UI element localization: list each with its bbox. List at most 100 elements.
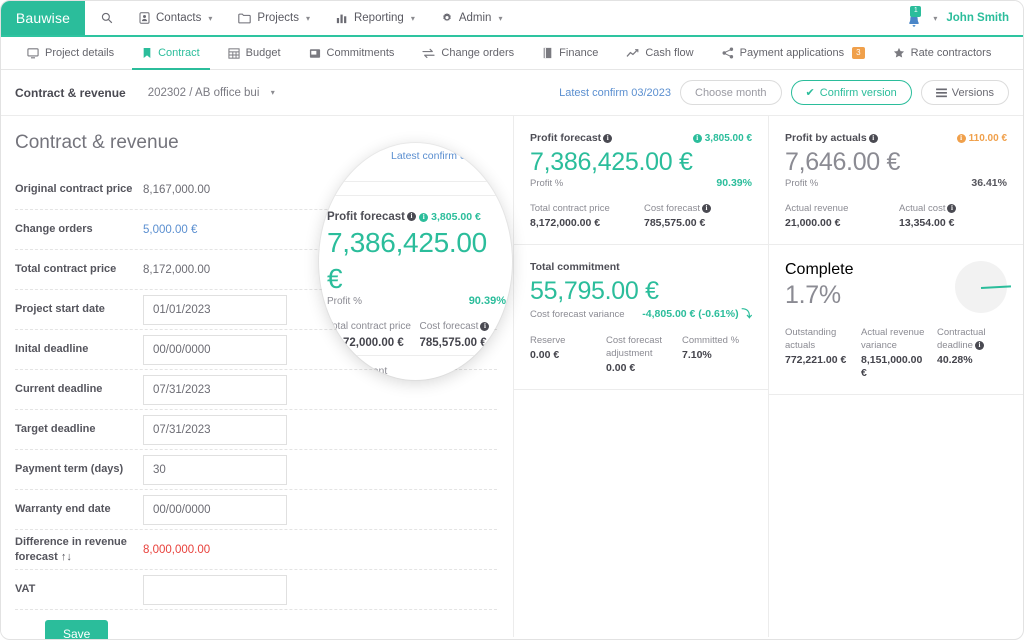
topnav-item-admin[interactable]: Admin ▾ (441, 12, 502, 24)
metric-key-wrap: Contractual deadline i (937, 326, 1007, 352)
tab-commitments[interactable]: Commitments (295, 37, 409, 69)
info-icon[interactable]: i (701, 203, 711, 213)
topnav-item-projects[interactable]: Projects ▾ (238, 12, 310, 24)
card-header: Profit forecast i i 3,805.00 € (530, 132, 752, 144)
tab-change-orders[interactable]: Change orders (408, 37, 528, 69)
metric-value: 8,172,000.00 € (530, 217, 601, 229)
project-start-date-input[interactable] (143, 294, 287, 325)
card-note: i 110.00 € (956, 133, 1007, 144)
current-deadline-input[interactable] (143, 374, 287, 405)
tab-project-details[interactable]: Project details (13, 37, 128, 69)
save-button[interactable]: Save (45, 620, 109, 639)
card-subrow: Cost forecast variance -4,805.00 € (-0.6… (530, 306, 752, 321)
exchange-icon (422, 48, 435, 59)
card-profit-forecast: Profit forecast i i 3,805.00 € 7,386,425.0… (514, 116, 768, 245)
form-label: Payment term (days) (15, 463, 124, 475)
tab-label: Commitments (326, 47, 395, 59)
tab-label: Contract (158, 47, 200, 59)
folder-icon (238, 12, 252, 24)
metric-key: Reserve (530, 335, 566, 346)
payment-term-input[interactable] (143, 454, 287, 485)
notification-count-badge: 1 (910, 6, 922, 17)
magnified-bottom-text: tment (361, 365, 388, 377)
vat-input[interactable] (143, 574, 287, 605)
form-row-difference-in-revenue-forecast: Difference in revenue forecast ↑↓ 8,000,… (15, 530, 497, 570)
form-value-link[interactable]: 5,000.00 € (143, 224, 197, 236)
form-row-target-deadline: Target deadline (15, 410, 497, 450)
card-note: i 3,805.00 € (419, 211, 481, 223)
chevron-down-icon: ▾ (270, 88, 275, 97)
info-icon[interactable]: i (868, 133, 878, 143)
star-icon (893, 47, 905, 59)
metric-key-wrap: Cost forecast i (644, 202, 752, 215)
info-icon[interactable]: i (947, 203, 957, 213)
card-title: Total commitment (530, 261, 620, 273)
contacts-icon (139, 12, 150, 24)
versions-button[interactable]: Versions (920, 80, 1009, 105)
latest-confirm-link[interactable]: Latest confirm 03/2023 (559, 87, 671, 99)
card-amount: 55,795.00 € (530, 277, 659, 305)
card-complete: Complete 1.7% Outstanding actuals 772,22… (769, 245, 1023, 395)
inital-deadline-input[interactable] (143, 334, 287, 365)
brand-logo[interactable]: Bauwise (1, 1, 85, 35)
donut-progress-sliver (980, 285, 1012, 289)
form-label: Target deadline (15, 423, 96, 435)
tab-cash-flow[interactable]: Cash flow (612, 37, 707, 69)
project-selector-label: 202302 / AB office buildi (147, 86, 260, 99)
topnav-item-contacts[interactable]: Contacts ▾ (139, 12, 212, 24)
metric-actual-revenue: Actual revenue 21,000.00 € (785, 202, 893, 230)
magnified-latest-confirm: Latest confirm 0 (391, 150, 466, 162)
choose-month-button[interactable]: Choose month (680, 80, 782, 105)
form-label: Original contract price (15, 183, 133, 195)
info-icon[interactable]: i (419, 212, 429, 222)
card-icon (309, 48, 321, 59)
topnav-item-reporting[interactable]: Reporting ▾ (336, 12, 415, 24)
form-row-warranty-end-date: Warranty end date (15, 490, 497, 530)
info-icon[interactable]: i (692, 133, 702, 143)
project-selector[interactable]: 202302 / AB office buildi ▾ (148, 87, 275, 99)
form-label: Change orders (15, 223, 93, 235)
target-deadline-input[interactable] (143, 414, 287, 445)
search-icon (101, 12, 113, 24)
card-sub-value: 90.39% (468, 295, 506, 307)
magnified-divider (319, 355, 512, 356)
card-amount: 7,646.00 € (785, 148, 901, 176)
card-header: Profit by actuals i i 110.00 € (785, 132, 1007, 144)
info-icon[interactable]: i (974, 340, 984, 350)
metric-value: 21,000.00 € (785, 217, 841, 229)
metric-key: Total contract price (530, 203, 610, 214)
metric-value: 8,172,000.00 € (327, 337, 404, 349)
form-value: 8,167,000.00 (143, 183, 211, 196)
card-title: Complete (785, 261, 854, 278)
complete-text-block: Complete 1.7% (785, 261, 853, 312)
card-amount: 7,386,425.00 € (327, 227, 487, 294)
user-menu-label[interactable]: John Smith (946, 12, 1009, 24)
metric-key: Cost forecast (644, 203, 700, 214)
confirm-version-button[interactable]: ✔ Confirm version (790, 80, 912, 105)
card-note: i 3,805.00 € (692, 133, 752, 144)
confirm-version-label: Confirm version (819, 86, 897, 99)
tab-label: Change orders (441, 47, 515, 59)
tab-contract[interactable]: Contract (128, 37, 214, 70)
card-amount: 7,386,425.00 € (530, 148, 693, 176)
tab-rate-contractors[interactable]: Rate contractors (879, 37, 1006, 69)
metric-total-contract-price: Total contract price 8,172,000.00 € (327, 320, 414, 350)
notifications-button[interactable]: 1 (905, 6, 923, 29)
tab-finance[interactable]: Finance (528, 37, 612, 69)
list-icon (935, 88, 947, 98)
topnav-label: Contacts (156, 12, 202, 24)
info-icon[interactable]: i (406, 212, 416, 222)
tab-payment-applications[interactable]: Payment applications 3 (708, 37, 879, 69)
info-icon[interactable]: i (603, 133, 613, 143)
info-icon[interactable]: i (480, 321, 490, 331)
form-label: VAT (15, 583, 36, 595)
card-header: Profit forecast i i 3,805.00 € (327, 207, 506, 225)
user-chevron-down-icon[interactable]: ▾ (933, 14, 937, 23)
tab-label: Budget (245, 47, 281, 59)
info-icon[interactable]: i (956, 133, 966, 143)
form-row-payment-term: Payment term (days) (15, 450, 497, 490)
search-button[interactable] (101, 12, 113, 24)
tab-label: Project details (45, 47, 115, 59)
tab-budget[interactable]: Budget (214, 37, 295, 69)
warranty-end-date-input[interactable] (143, 494, 287, 525)
